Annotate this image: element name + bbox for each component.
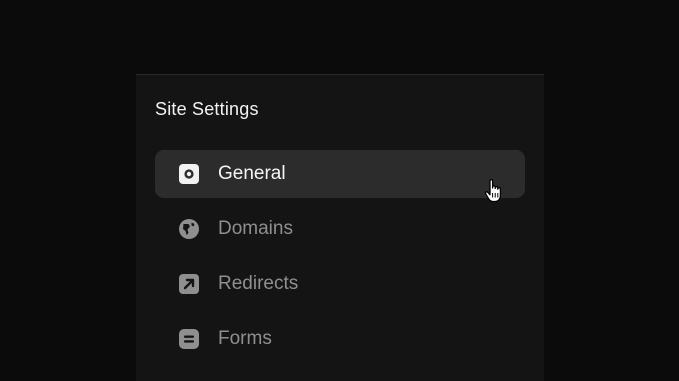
nav-item-redirects[interactable]: Redirects — [155, 260, 525, 308]
nav-item-general[interactable]: General — [155, 150, 525, 203]
settings-square-icon — [179, 164, 199, 184]
nav-item-forms[interactable]: Forms — [155, 315, 525, 363]
nav-item-label: Redirects — [218, 273, 299, 294]
nav-item-label: Forms — [218, 328, 272, 349]
site-settings-panel: Site Settings General Domains Redirects … — [136, 74, 544, 381]
panel-title: Site Settings — [155, 99, 259, 119]
form-square-icon — [179, 329, 199, 349]
nav-item-domains[interactable]: Domains — [155, 205, 525, 253]
hand-pointer-cursor-icon — [484, 178, 506, 204]
settings-nav: General Domains Redirects Forms — [155, 150, 525, 370]
arrow-up-right-square-icon — [179, 274, 199, 294]
nav-item-label: Domains — [218, 218, 293, 239]
nav-item-label: General — [218, 163, 286, 184]
globe-icon — [179, 219, 199, 239]
